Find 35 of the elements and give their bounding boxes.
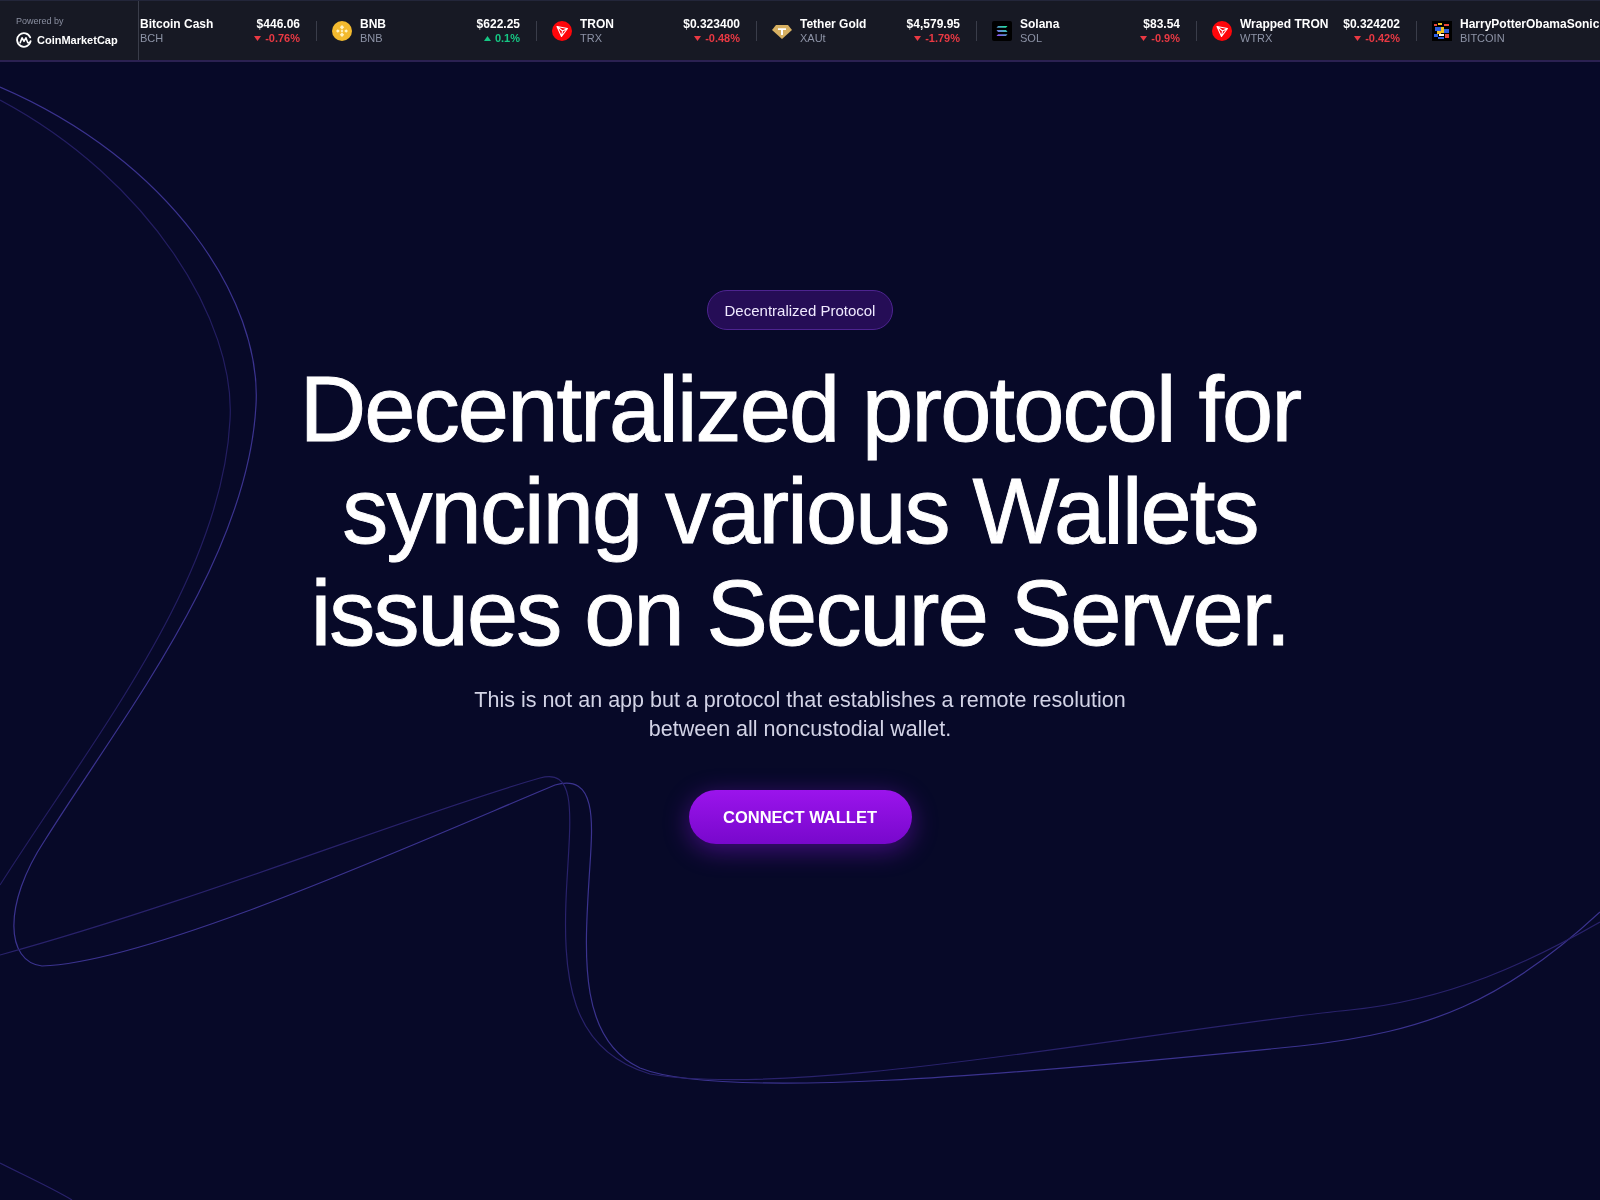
hero-headline: Decentralized protocol for syncing various Wallets issues on Secure Server.	[298, 358, 1302, 664]
coin-price: $0.323400	[683, 16, 740, 31]
price-change: 0.1%	[494, 31, 520, 45]
coin-price: $83.54	[1143, 16, 1180, 31]
price-change: -0.42%	[1365, 31, 1400, 45]
price-change: -0.48%	[705, 31, 740, 45]
connect-wallet-button[interactable]: CONNECT WALLET	[688, 790, 912, 844]
coin-name: TRON	[580, 16, 614, 31]
pixel-art-icon	[1432, 20, 1452, 41]
price-change: -1.79%	[925, 31, 960, 45]
coin-symbol: BITCOIN	[1460, 31, 1505, 45]
coin-symbol: BNB	[360, 31, 383, 45]
coin-symbol: WTRX	[1240, 31, 1273, 45]
coin-name: Bitcoin Cash	[140, 16, 214, 31]
coin-symbol: SOL	[1020, 31, 1042, 45]
stripes-tile-icon	[992, 20, 1012, 41]
logo-icon	[16, 32, 32, 48]
coin-price: $622.25	[476, 16, 520, 31]
hero-subtitle: This is not an app but a protocol that establishes a remote resolution between all noncustodial wallet.	[473, 687, 1127, 743]
price-change: -0.9%	[1151, 31, 1180, 45]
coin-name: Tether Gold	[800, 16, 867, 31]
brand-name: CoinMarketCap	[37, 34, 118, 46]
coin-symbol: BCH	[140, 31, 164, 45]
coin-price: $446.06	[256, 16, 300, 31]
coin-name: BNB	[360, 16, 386, 31]
powered-by-label: Powered by	[16, 16, 64, 27]
coin-name: Wrapped TRON	[1240, 16, 1329, 31]
coin-price: $4,579.95	[906, 16, 960, 31]
coin-name: Solana	[1020, 16, 1060, 31]
coin-symbol: XAUt	[800, 31, 826, 45]
tag-badge: Decentralized Protocol	[706, 290, 894, 330]
price-change: -0.76%	[265, 31, 300, 45]
coin-price: $0.324202	[1343, 16, 1400, 31]
coin-name: HarryPotterObamaSonic	[1460, 16, 1600, 31]
coin-symbol: TRX	[580, 31, 602, 45]
